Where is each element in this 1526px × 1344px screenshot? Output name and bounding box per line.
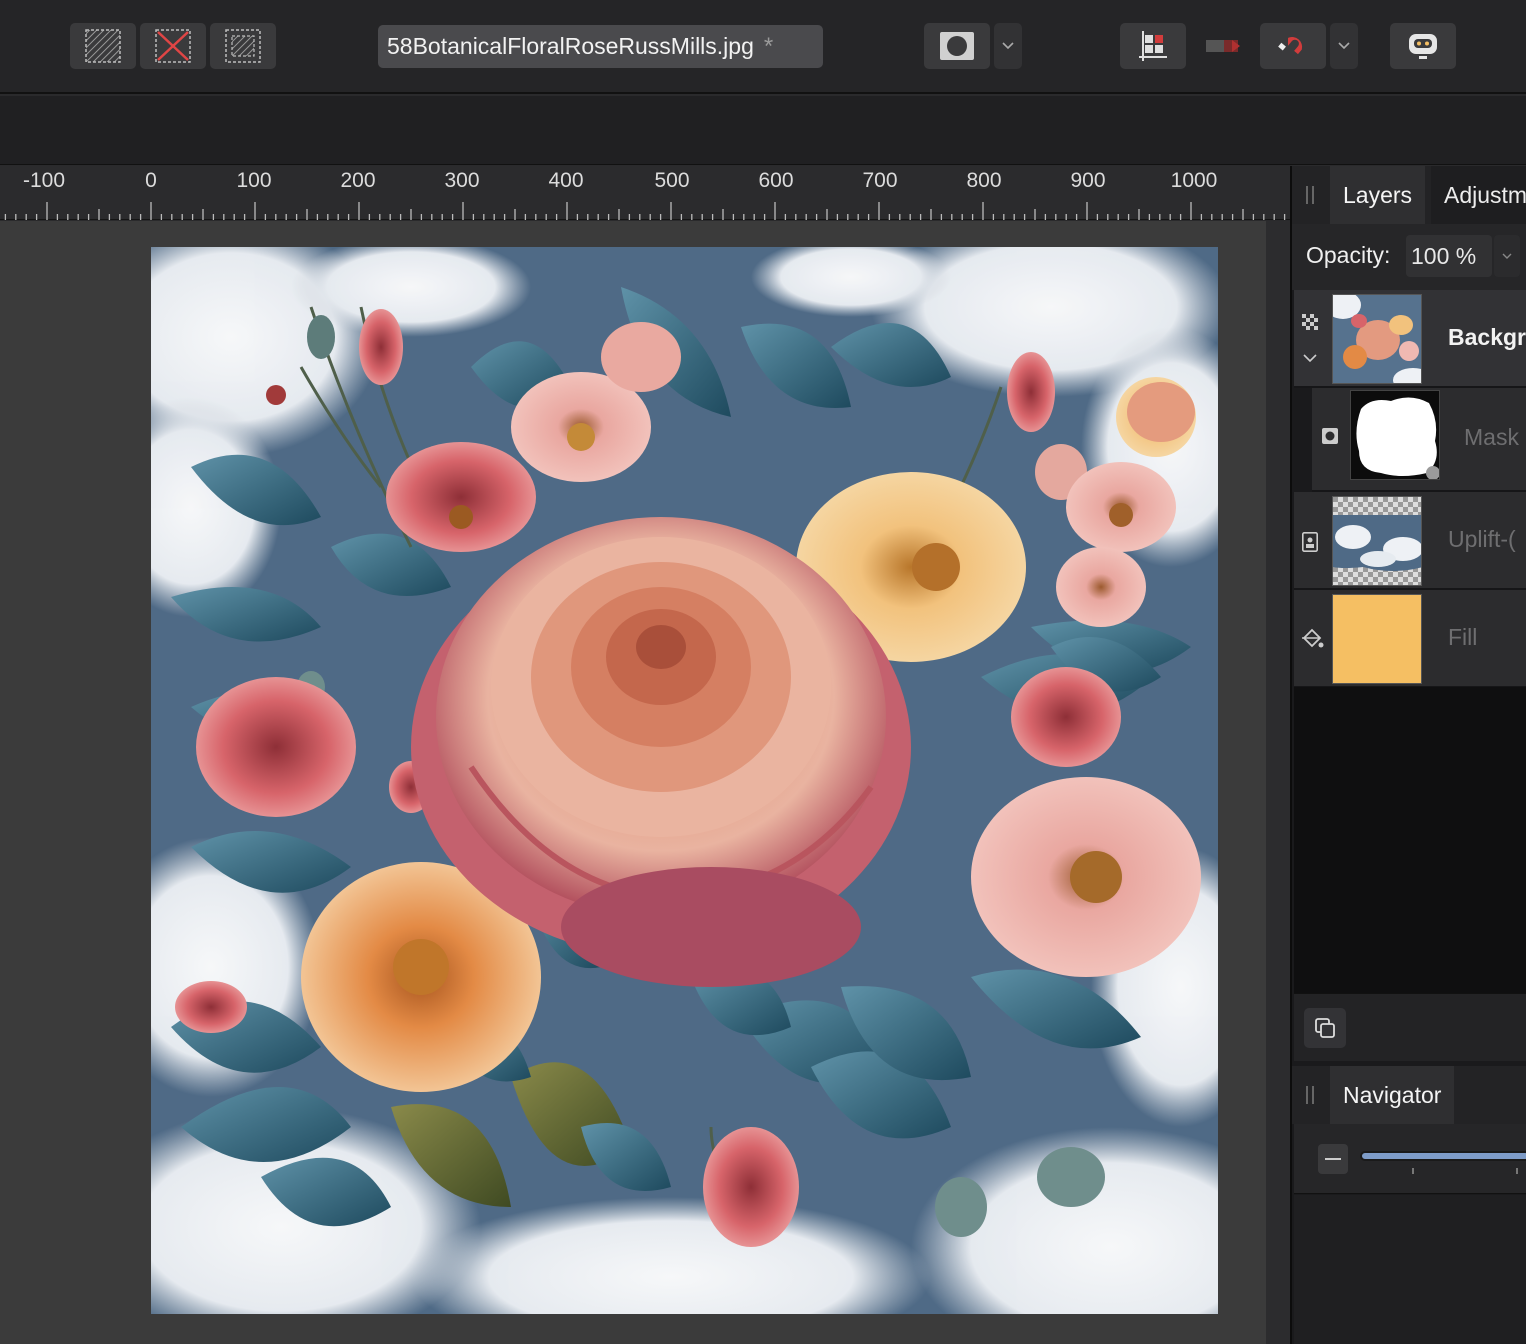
layer-thumbnail (1332, 294, 1422, 384)
layer-row-fill[interactable]: Fill (1294, 590, 1526, 688)
layer-name: Fill (1448, 624, 1478, 650)
mask-layer-icon (1322, 428, 1338, 449)
layer-row-background[interactable]: Backgro (1294, 290, 1526, 388)
zoom-tick (1412, 1168, 1414, 1174)
chevron-down-icon (1002, 42, 1014, 50)
layers-panel-tabbar: Layers Adjustm (1292, 166, 1526, 224)
align-icon (1139, 31, 1167, 61)
deselect-button[interactable] (140, 23, 206, 69)
layer-name: Backgro (1448, 324, 1526, 350)
layer-options-button[interactable] (1304, 1008, 1346, 1048)
layers-footer-toolbar (1294, 993, 1526, 1061)
chevron-down-icon (1502, 253, 1512, 259)
panel-grip-handle[interactable] (1306, 1086, 1314, 1104)
right-panel: Layers Adjustm Opacity: 100 % Backgr Mas… (1290, 166, 1526, 1344)
layers-list-empty-area (1294, 687, 1526, 993)
tab-layers[interactable]: Layers (1330, 166, 1426, 224)
tab-navigator[interactable]: Navigator (1330, 1066, 1455, 1124)
layer-thumbnail (1332, 496, 1422, 586)
floral-artwork (151, 247, 1218, 1314)
invert-selection-button[interactable] (210, 23, 276, 69)
quick-mask-dropdown[interactable] (994, 23, 1022, 69)
navigator-preview (1294, 1195, 1526, 1344)
navigator-zoom-controls (1294, 1124, 1526, 1194)
snapping-icon (1278, 37, 1303, 55)
top-toolbar: 58BotanicalFloralRoseRussMills.jpg * (0, 0, 1526, 94)
zoom-out-button[interactable] (1318, 1144, 1348, 1174)
opacity-label: Opacity: (1306, 242, 1391, 268)
tab-adjustments[interactable]: Adjustm (1431, 166, 1526, 224)
duplicate-layers-icon (1315, 1018, 1335, 1038)
select-all-button[interactable] (70, 23, 136, 69)
ruler-ticks (4, 202, 1286, 220)
quick-mask-icon (940, 32, 974, 60)
panel-grip-handle[interactable] (1306, 186, 1314, 204)
align-button[interactable] (1120, 23, 1186, 69)
zoom-slider[interactable] (1360, 1151, 1526, 1161)
quick-mask-button[interactable] (924, 23, 990, 69)
affinity-photo-window: 58BotanicalFloralRoseRussMills.jpg * -10… (0, 0, 1526, 1344)
snapping-dropdown[interactable] (1330, 23, 1358, 69)
image-layer-icon (1302, 532, 1318, 557)
assistant-button[interactable] (1390, 23, 1456, 69)
layer-gutter (1294, 290, 1326, 386)
zoom-tick (1516, 1168, 1518, 1174)
layer-name: Uplift-( (1448, 526, 1516, 552)
layer-row-mask[interactable]: Mask (1312, 388, 1526, 492)
minus-icon (1325, 1158, 1341, 1160)
context-toolbar (0, 96, 1526, 165)
assistant-icon (1409, 34, 1437, 59)
navigator-panel-tabbar: Navigator (1292, 1066, 1526, 1124)
invert-selection-icon (225, 29, 261, 63)
fill-bucket-icon (1300, 628, 1324, 655)
fill-color-swatch (1332, 594, 1422, 684)
pixel-layer-icon (1302, 313, 1318, 330)
layer-name: Mask (1464, 424, 1519, 450)
chevron-down-icon (1338, 42, 1350, 50)
horizontal-ruler: -100 0 100 200 300 400 500 600 700 800 9… (0, 166, 1290, 220)
deselect-icon (155, 29, 191, 63)
document-image-floral-rose[interactable] (151, 247, 1218, 1314)
snap-toggle-icon[interactable] (1202, 36, 1244, 56)
vertical-scrollbar[interactable] (1266, 221, 1290, 1344)
opacity-input[interactable]: 100 % (1406, 235, 1492, 277)
opacity-dropdown[interactable] (1494, 235, 1520, 277)
document-title-tab[interactable]: 58BotanicalFloralRoseRussMills.jpg * (378, 25, 823, 68)
mask-thumbnail (1350, 390, 1440, 480)
select-all-icon (85, 29, 121, 63)
opacity-row: Opacity: 100 % (1292, 224, 1526, 290)
chevron-down-icon[interactable] (1303, 353, 1317, 363)
modified-marker: * (763, 32, 774, 60)
snapping-button[interactable] (1260, 23, 1326, 69)
document-title: 58BotanicalFloralRoseRussMills.jpg (387, 33, 754, 59)
layer-row-uplift[interactable]: Uplift-( (1294, 492, 1526, 590)
